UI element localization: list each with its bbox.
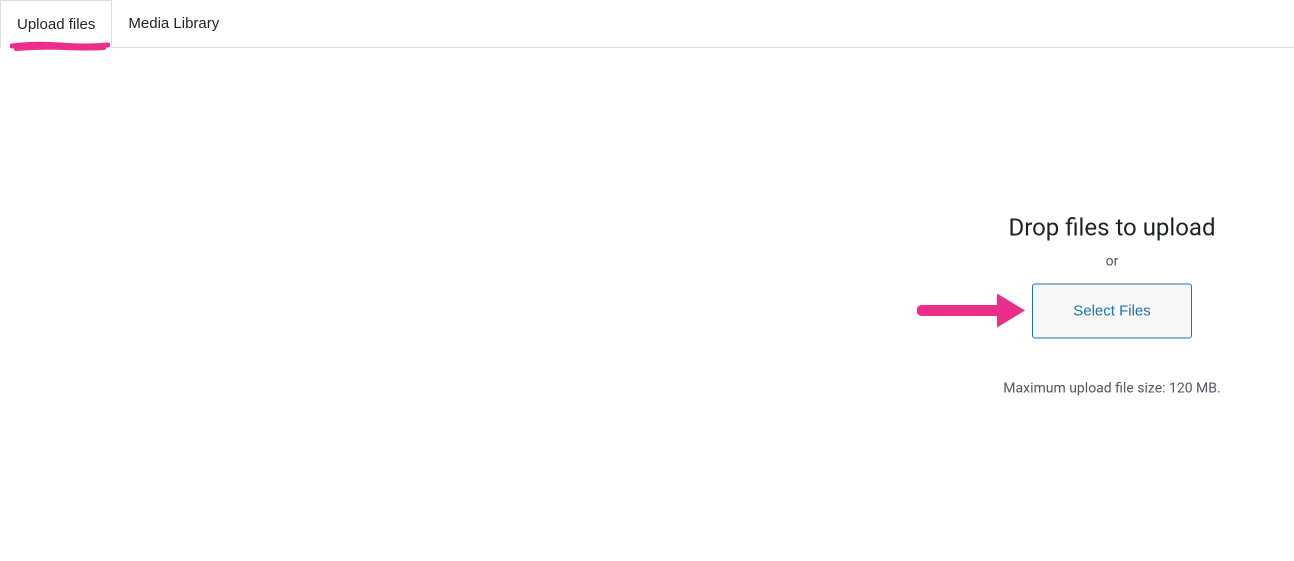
select-files-label: Select Files [1073, 302, 1151, 319]
tab-media-library[interactable]: Media Library [112, 0, 235, 47]
max-upload-size-text: Maximum upload file size: 120 MB. [912, 380, 1294, 396]
drop-files-heading: Drop files to upload [912, 213, 1294, 241]
tab-upload-label: Upload files [17, 16, 95, 33]
or-text: or [912, 253, 1294, 269]
tab-media-library-label: Media Library [128, 15, 219, 32]
arrow-annotation-icon [917, 285, 1027, 335]
upload-panel: Drop files to upload or Select Files Max… [0, 48, 1294, 561]
select-files-button[interactable]: Select Files [1032, 283, 1192, 338]
tab-bar: Upload files Media Library [0, 0, 1294, 48]
tab-upload-files[interactable]: Upload files [0, 0, 112, 48]
upload-block: Drop files to upload or Select Files Max… [912, 213, 1294, 396]
